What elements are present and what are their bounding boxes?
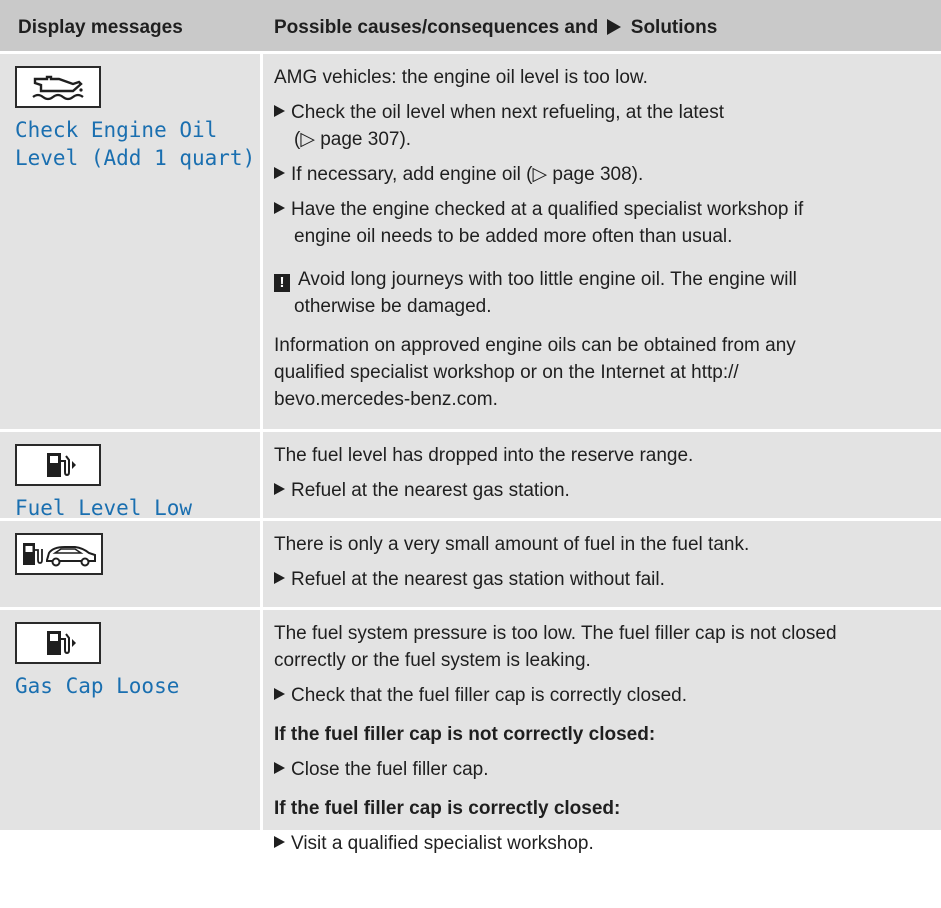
message-fuel-level-low: Fuel Level Low <box>15 496 193 520</box>
fuel-pump-icon <box>15 622 101 664</box>
warning-text-cont: otherwise be damaged. <box>294 296 492 317</box>
step-arrow-icon <box>274 483 285 495</box>
step-arrow-icon <box>274 836 285 848</box>
info-line: qualified specialist workshop or on the … <box>274 362 739 383</box>
display-message-cell: Gas Cap Loose <box>0 610 260 830</box>
message-check-engine-oil: Check Engine Oil Level (Add 1 quart) <box>15 116 260 172</box>
step-arrow-icon <box>274 572 285 584</box>
step-text: Visit a qualified specialist workshop. <box>291 833 594 854</box>
display-messages-table: Display messages Possible causes/consequ… <box>0 0 941 854</box>
header-causes-label: Possible causes/consequences and <box>274 17 599 38</box>
table-header: Display messages Possible causes/consequ… <box>0 0 941 51</box>
fuel-pump-icon <box>15 444 101 486</box>
info-paragraph: Information on approved engine oils can … <box>274 332 941 413</box>
step-text: Have the engine checked at a qualified s… <box>291 199 804 220</box>
header-display-messages: Display messages <box>18 17 183 38</box>
cause-text: There is only a very small amount of fue… <box>274 534 750 555</box>
condition-heading: If the fuel filler cap is correctly clos… <box>274 798 621 819</box>
step-arrow-icon <box>274 202 285 214</box>
step-arrow-icon <box>274 167 285 179</box>
solution-step: If necessary, add engine oil (▷ page 308… <box>274 161 941 188</box>
step-arrow-icon <box>274 762 285 774</box>
message-line: Check Engine Oil <box>15 118 218 142</box>
warning-text: Avoid long journeys with too little engi… <box>298 269 797 290</box>
display-message-cell: Check Engine Oil Level (Add 1 quart) <box>0 54 260 429</box>
solution-step: Refuel at the nearest gas station withou… <box>274 566 941 593</box>
solution-step: Refuel at the nearest gas station. <box>274 477 941 504</box>
step-arrow-icon <box>274 105 285 117</box>
solution-step: Have the engine checked at a qualified s… <box>274 196 941 250</box>
causes-cell: The fuel level has dropped into the rese… <box>263 432 941 518</box>
message-gas-cap-loose: Gas Cap Loose <box>15 674 180 698</box>
header-solutions-label: Solutions <box>630 17 718 38</box>
table-row: Gas Cap Loose The fuel system pressure i… <box>0 607 941 854</box>
cause-text: The fuel level has dropped into the rese… <box>274 445 694 466</box>
solution-arrow-icon <box>607 19 622 35</box>
info-line: bevo.mercedes-benz.com. <box>274 389 498 410</box>
step-text: If necessary, add engine oil (▷ page 308… <box>291 164 644 185</box>
step-arrow-icon <box>274 688 285 700</box>
causes-cell: There is only a very small amount of fue… <box>263 521 941 607</box>
cause-text: AMG vehicles: the engine oil level is to… <box>274 67 648 88</box>
step-text-cont: engine oil needs to be added more often … <box>294 226 733 247</box>
step-page-ref: (▷ page 307). <box>294 129 412 150</box>
info-line: Information on approved engine oils can … <box>274 335 796 356</box>
causes-cell: The fuel system pressure is too low. The… <box>263 610 941 854</box>
warning-note: ! Avoid long journeys with too little eng… <box>274 266 941 320</box>
step-text: Refuel at the nearest gas station withou… <box>291 569 665 590</box>
solution-step: Visit a qualified specialist workshop. <box>274 830 941 857</box>
fuel-pump-car-icon <box>15 533 103 575</box>
causes-cell: AMG vehicles: the engine oil level is to… <box>263 54 941 429</box>
step-text: Check that the fuel filler cap is correc… <box>291 685 688 706</box>
condition-heading: If the fuel filler cap is not correctly … <box>274 724 656 745</box>
table-row: There is only a very small amount of fue… <box>0 518 941 607</box>
table-row: Fuel Level Low The fuel level has droppe… <box>0 429 941 520</box>
display-message-cell <box>0 521 260 607</box>
cause-text-cont: correctly or the fuel system is leaking. <box>274 650 591 671</box>
cause-text: The fuel system pressure is too low. The… <box>274 623 837 644</box>
warning-exclamation-icon: ! <box>274 274 290 292</box>
solution-step: Close the fuel filler cap. <box>274 756 941 783</box>
display-message-cell: Fuel Level Low <box>0 432 260 520</box>
solution-step: Check the oil level when next refueling,… <box>274 99 941 153</box>
header-causes-solutions: Possible causes/consequences and Solutio… <box>260 0 941 51</box>
table-row: Check Engine Oil Level (Add 1 quart) AMG… <box>0 51 941 429</box>
step-text: Refuel at the nearest gas station. <box>291 480 570 501</box>
oil-can-icon <box>15 66 101 108</box>
step-text: Close the fuel filler cap. <box>291 759 489 780</box>
step-text: Check the oil level when next refueling,… <box>291 102 725 123</box>
solution-step: Check that the fuel filler cap is correc… <box>274 682 941 709</box>
message-line: Level (Add 1 quart) <box>15 146 256 170</box>
